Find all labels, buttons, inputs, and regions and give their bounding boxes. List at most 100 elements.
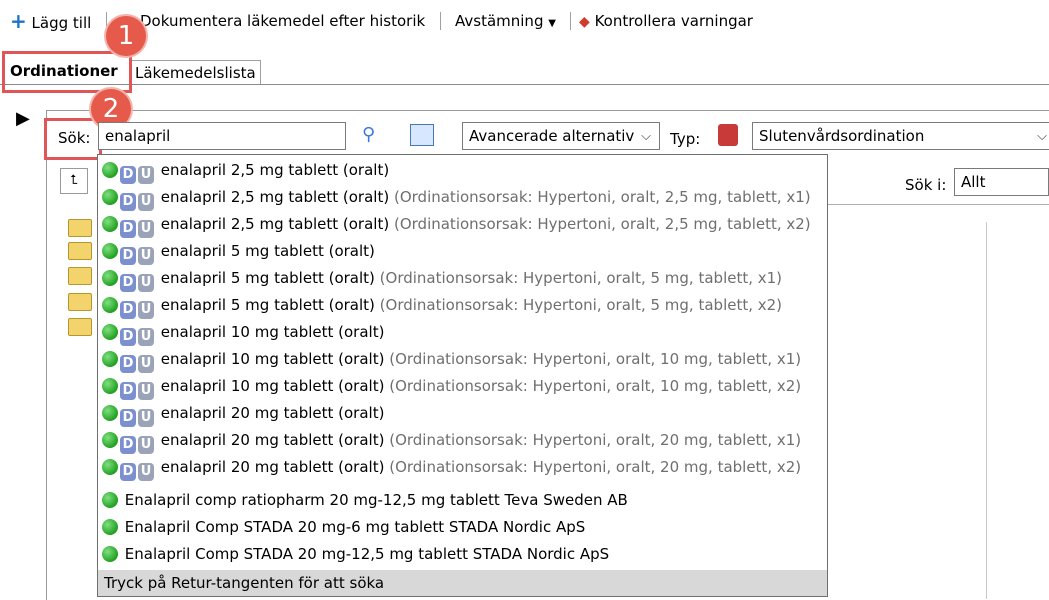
folder-icon	[68, 318, 92, 336]
d-icon: D	[120, 382, 136, 400]
search-results-dropdown: DU enalapril 2,5 mg tablett (oralt) DU e…	[97, 154, 828, 597]
status-green-icon	[102, 243, 118, 259]
search-input[interactable]: enalapril	[98, 122, 346, 150]
u-icon: U	[138, 274, 154, 292]
status-green-icon	[102, 459, 118, 475]
result-reason: (Ordinationsorsak: Hypertoni, oralt, 20 …	[389, 431, 802, 449]
result-item[interactable]: DU enalapril 5 mg tablett (oralt) (Ordin…	[102, 265, 782, 292]
status-green-icon	[102, 519, 118, 535]
tab-lakemedelslista-label: Läkemedelslista	[135, 64, 256, 82]
status-green-icon	[102, 546, 118, 562]
callout-highlight-1	[2, 51, 132, 93]
d-icon: D	[120, 166, 136, 184]
status-green-icon	[102, 492, 118, 508]
results-footer: Tryck på Retur-tangenten för att söka	[98, 570, 827, 596]
d-icon: D	[120, 274, 136, 292]
result-item[interactable]: DU enalapril 5 mg tablett (oralt)	[102, 238, 375, 265]
result-reason: (Ordinationsorsak: Hypertoni, oralt, 10 …	[389, 350, 802, 368]
add-button[interactable]: + Lägg till	[10, 10, 91, 32]
d-icon: D	[120, 409, 136, 427]
result-reason: (Ordinationsorsak: Hypertoni, oralt, 2,5…	[393, 215, 811, 233]
u-icon: U	[138, 220, 154, 238]
tab-divider	[0, 84, 1049, 85]
u-icon: U	[138, 193, 154, 211]
d-icon: D	[120, 301, 136, 319]
d-icon: D	[120, 247, 136, 265]
panel-divider-vertical	[986, 222, 987, 599]
status-green-icon	[102, 297, 118, 313]
result-reason: (Ordinationsorsak: Hypertoni, oralt, 2,5…	[393, 188, 811, 206]
reconcile-label: Avstämning	[455, 12, 544, 30]
u-icon: U	[138, 355, 154, 373]
expand-panel-icon[interactable]: ▶︎	[16, 108, 30, 129]
result-item[interactable]: DU enalapril 10 mg tablett (oralt)	[102, 319, 384, 346]
up-folder-icon[interactable]: ⮤	[60, 168, 88, 194]
result-item[interactable]: DU enalapril 20 mg tablett (oralt) (Ordi…	[102, 454, 801, 481]
type-dropdown-value: Slutenvårdsordination	[759, 127, 925, 145]
type-dropdown[interactable]: Slutenvårdsordination ⌵	[752, 122, 1049, 150]
toolbar: + Lägg till Dokumentera läkemedel efter …	[0, 0, 1049, 44]
result-item[interactable]: DU enalapril 5 mg tablett (oralt) (Ordin…	[102, 292, 782, 319]
result-name: enalapril 10 mg tablett (oralt)	[160, 377, 385, 395]
d-icon: D	[120, 220, 136, 238]
folder-icon	[68, 293, 92, 311]
result-item[interactable]: DU enalapril 20 mg tablett (oralt)	[102, 400, 384, 427]
d-icon: D	[120, 436, 136, 454]
status-green-icon	[102, 432, 118, 448]
search-label: Sök:	[58, 129, 91, 147]
result-name: enalapril 20 mg tablett (oralt)	[160, 404, 385, 422]
product-name: Enalapril Comp STADA 20 mg-6 mg tablett …	[124, 518, 586, 536]
check-warnings-button[interactable]: ◆ Kontrollera varningar	[579, 10, 753, 32]
product-name: Enalapril Comp STADA 20 mg-12,5 mg table…	[124, 545, 610, 563]
u-icon: U	[138, 436, 154, 454]
d-icon: D	[120, 328, 136, 346]
result-name: enalapril 10 mg tablett (oralt)	[160, 350, 385, 368]
u-icon: U	[138, 247, 154, 265]
d-icon: D	[120, 355, 136, 373]
result-name: enalapril 5 mg tablett (oralt)	[160, 242, 375, 260]
search-in-dropdown[interactable]: Allt	[954, 168, 1049, 196]
result-reason: (Ordinationsorsak: Hypertoni, oralt, 20 …	[389, 458, 802, 476]
plus-icon: +	[10, 9, 27, 33]
status-green-icon	[102, 324, 118, 340]
callout-badge-1: 1	[106, 16, 146, 56]
document-history-button[interactable]: Dokumentera läkemedel efter historik	[140, 10, 425, 32]
u-icon: U	[138, 301, 154, 319]
reconcile-dropdown[interactable]: Avstämning ▼	[455, 10, 556, 32]
result-name: enalapril 20 mg tablett (oralt)	[160, 458, 385, 476]
u-icon: U	[138, 409, 154, 427]
result-reason: (Ordinationsorsak: Hypertoni, oralt, 10 …	[389, 377, 802, 395]
product-item[interactable]: Enalapril comp ratiopharm 20 mg-12,5 mg …	[102, 487, 628, 514]
result-item[interactable]: DU enalapril 10 mg tablett (oralt) (Ordi…	[102, 373, 801, 400]
type-label: Typ:	[670, 130, 701, 148]
check-warnings-label: Kontrollera varningar	[594, 12, 753, 30]
result-name: enalapril 2,5 mg tablett (oralt)	[160, 188, 390, 206]
u-icon: U	[138, 166, 154, 184]
search-icon[interactable]: ⚲	[362, 124, 375, 145]
folder-icon	[68, 219, 92, 237]
tab-lakemedelslista[interactable]: Läkemedelslista	[130, 60, 261, 85]
search-input-value: enalapril	[105, 127, 171, 145]
result-name: enalapril 5 mg tablett (oralt)	[160, 296, 375, 314]
result-item[interactable]: DU enalapril 2,5 mg tablett (oralt) (Ord…	[102, 184, 811, 211]
toolbar-separator	[570, 12, 571, 30]
result-item[interactable]: DU enalapril 2,5 mg tablett (oralt)	[102, 157, 389, 184]
status-green-icon	[102, 162, 118, 178]
d-icon: D	[120, 463, 136, 481]
result-item[interactable]: DU enalapril 20 mg tablett (oralt) (Ordi…	[102, 427, 801, 454]
status-green-icon	[102, 378, 118, 394]
product-item[interactable]: Enalapril Comp STADA 20 mg-6 mg tablett …	[102, 514, 585, 541]
status-green-icon	[102, 270, 118, 286]
advanced-search-icon[interactable]	[410, 124, 434, 146]
result-item[interactable]: DU enalapril 2,5 mg tablett (oralt) (Ord…	[102, 211, 811, 238]
caret-down-icon: ▼	[548, 18, 556, 29]
result-item[interactable]: DU enalapril 10 mg tablett (oralt) (Ordi…	[102, 346, 801, 373]
advanced-options-dropdown[interactable]: Avancerade alternativ ⌵	[462, 122, 660, 150]
status-green-icon	[102, 189, 118, 205]
panel-divider	[828, 204, 1049, 205]
search-in-label: Sök i:	[905, 176, 947, 194]
product-name: Enalapril comp ratiopharm 20 mg-12,5 mg …	[124, 491, 628, 509]
u-icon: U	[138, 463, 154, 481]
product-item[interactable]: Enalapril Comp STADA 20 mg-12,5 mg table…	[102, 541, 609, 568]
toolbar-separator	[440, 12, 441, 30]
